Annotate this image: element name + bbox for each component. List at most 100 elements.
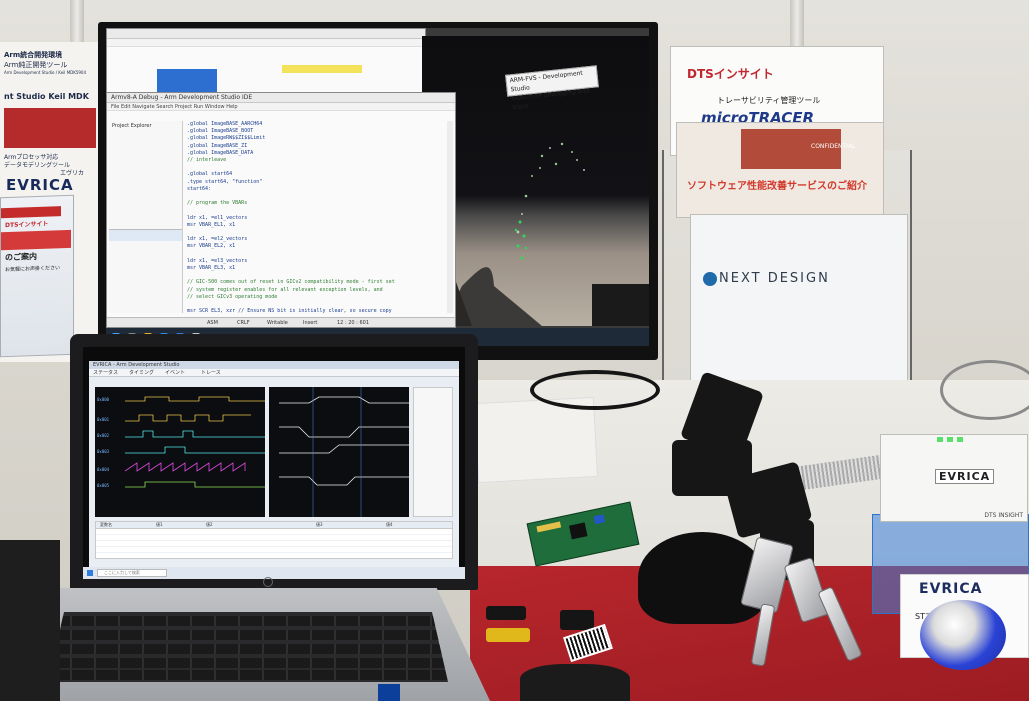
status-item: Writable	[267, 320, 288, 326]
left-brochure: DTSインサイト のご案内 お気軽にお声掛ください	[0, 194, 74, 358]
brochure-nextdesign: NEXT DESIGN	[690, 214, 908, 384]
poster-product: nt Studio Keil MDK	[4, 92, 89, 101]
table-body	[96, 529, 452, 557]
code-line: .global start64	[187, 171, 233, 178]
intel-sticker	[378, 684, 400, 701]
dts-logo: DTSインサイト	[687, 67, 774, 81]
code-line: .global ImageBASE_ZI	[187, 142, 248, 149]
code-line: // GIC-500 comes out of reset in GICv2 c…	[187, 279, 395, 286]
card-sub: トレーサビリティ管理ツール	[717, 96, 821, 105]
search-input[interactable]: ここに入力して検索	[97, 569, 167, 577]
analyzer-title: EVRICA - Arm Development Studio	[93, 362, 180, 368]
status-led	[937, 437, 943, 442]
nextdesign-logo-icon	[703, 272, 717, 286]
key-row[interactable]	[48, 616, 448, 626]
timing-waveform-left: 0x000 0x001 0x002 0x003 0x004 0x005	[95, 387, 265, 517]
status-item: Insert	[303, 320, 318, 326]
laptop-keyboard[interactable]	[48, 612, 448, 682]
nextdesign-wordmark: NEXT DESIGN	[719, 271, 830, 286]
status-item: CRLF	[237, 320, 250, 326]
editor-scrollbar[interactable]	[447, 121, 453, 313]
brochure-sub: お気軽にお声掛ください	[5, 265, 61, 274]
property-panel	[413, 387, 453, 517]
debug-window	[106, 28, 426, 98]
svg-text:0x004: 0x004	[97, 467, 110, 472]
video-frame	[422, 142, 649, 326]
start-icon[interactable]	[87, 570, 93, 576]
cable	[530, 370, 660, 410]
variable-table: 変数名 値1 値2 値3 値4	[95, 521, 453, 559]
code-line: start64:	[187, 185, 212, 192]
code-line: msr VBAR_EL3, x1	[187, 265, 236, 272]
tab-trace[interactable]: トレース	[201, 369, 221, 376]
ide-window: Armv8-A Debug - Arm Development Studio I…	[106, 92, 456, 328]
waveform-plot	[279, 387, 409, 517]
desktop-monitor: ARM-FVS - Development Studio multi-core …	[98, 22, 658, 360]
brochure-band	[1, 206, 61, 219]
tab-status[interactable]: ステータス	[93, 369, 118, 376]
ide-statusbar: ASM CRLF Writable Insert 12 : 20 : 601	[107, 317, 455, 327]
table-header: 変数名 値1 値2 値3 値4	[96, 522, 452, 529]
usb-connector	[486, 606, 526, 620]
project-explorer-title: Project Explorer	[112, 123, 152, 129]
code-line: ldr x1, =el3_vectors	[187, 257, 248, 264]
chip	[568, 522, 588, 540]
key-row[interactable]	[48, 658, 448, 668]
timing-waveform-right	[269, 387, 409, 517]
tab-timing[interactable]: タイミング	[129, 369, 154, 376]
laptop-taskbar: ここに入力して検索	[83, 567, 465, 579]
header-pins	[536, 521, 562, 533]
laptop-screen: EVRICA - Arm Development Studio ステータス タイ…	[83, 347, 465, 579]
status-led	[947, 437, 953, 442]
status-led	[957, 437, 963, 442]
device-brand: DTS INSIGHT	[984, 512, 1023, 519]
analyzer-tabs: ステータス タイミング イベント トレース	[89, 369, 459, 377]
code-line: ldr x1, =el2_vectors	[187, 236, 248, 243]
code-line: .type start64, "function"	[187, 178, 263, 185]
column-header: 値3	[316, 522, 323, 527]
svg-text:0x001: 0x001	[97, 417, 110, 422]
ide-title: Armv8-A Debug - Arm Development Studio I…	[107, 93, 455, 103]
code-line: .global ImageBASE_AARCH64	[187, 121, 263, 127]
code-line: // select GICv3 operating mode	[187, 293, 278, 300]
tab-event[interactable]: イベント	[165, 369, 185, 376]
poster-line: Arm純正開発ツール	[4, 61, 68, 69]
code-line: .global ImageRW$$ZI$$Limit	[187, 135, 266, 142]
brochure-headline: のご案内	[5, 252, 37, 263]
column-header: 値2	[206, 522, 213, 527]
poster-line: Arm Development Studio / Keil MDK5904	[4, 70, 87, 75]
search-placeholder: ここに入力して検索	[104, 570, 140, 575]
confidential-label: CONFIDENTIAL	[811, 143, 856, 150]
highlight-row	[282, 65, 362, 73]
code-line: msr VBAR_EL1, x1	[187, 221, 236, 228]
hp-logo-icon	[263, 577, 273, 587]
key-row[interactable]	[48, 670, 448, 680]
evrica-device-label: EVRICA	[935, 469, 995, 484]
cable	[940, 360, 1029, 420]
poster-red-band	[4, 108, 96, 148]
blue-mouse[interactable]	[920, 600, 1006, 670]
svg-text:0x005: 0x005	[97, 483, 110, 488]
key-row[interactable]	[48, 644, 448, 654]
paper-sheet	[473, 396, 599, 484]
monitor-screen: ARM-FVS - Development Studio multi-core …	[106, 28, 649, 346]
key-row[interactable]	[48, 630, 448, 640]
analyzer-titlebar: EVRICA - Arm Development Studio	[89, 361, 459, 369]
svg-text:0x002: 0x002	[97, 433, 110, 438]
code-line: ldr x1, =el1_vectors	[187, 214, 248, 221]
code-line: msr VBAR_EL2, x1	[187, 243, 236, 250]
card-headline: ソフトウェア性能改善サービスのご紹介	[687, 181, 867, 192]
code-line: // interleave	[187, 157, 227, 164]
usb-connector	[560, 610, 594, 630]
poster-evrica-logo: EVRICA	[6, 176, 74, 194]
brochure-band	[1, 229, 71, 251]
code-line: // system register enables for all relev…	[187, 286, 383, 293]
brochure-performance: CONFIDENTIAL ソフトウェア性能改善サービスのご紹介	[676, 122, 884, 218]
component	[593, 514, 606, 525]
code-line: .global ImageBASE_DATA	[187, 149, 254, 156]
